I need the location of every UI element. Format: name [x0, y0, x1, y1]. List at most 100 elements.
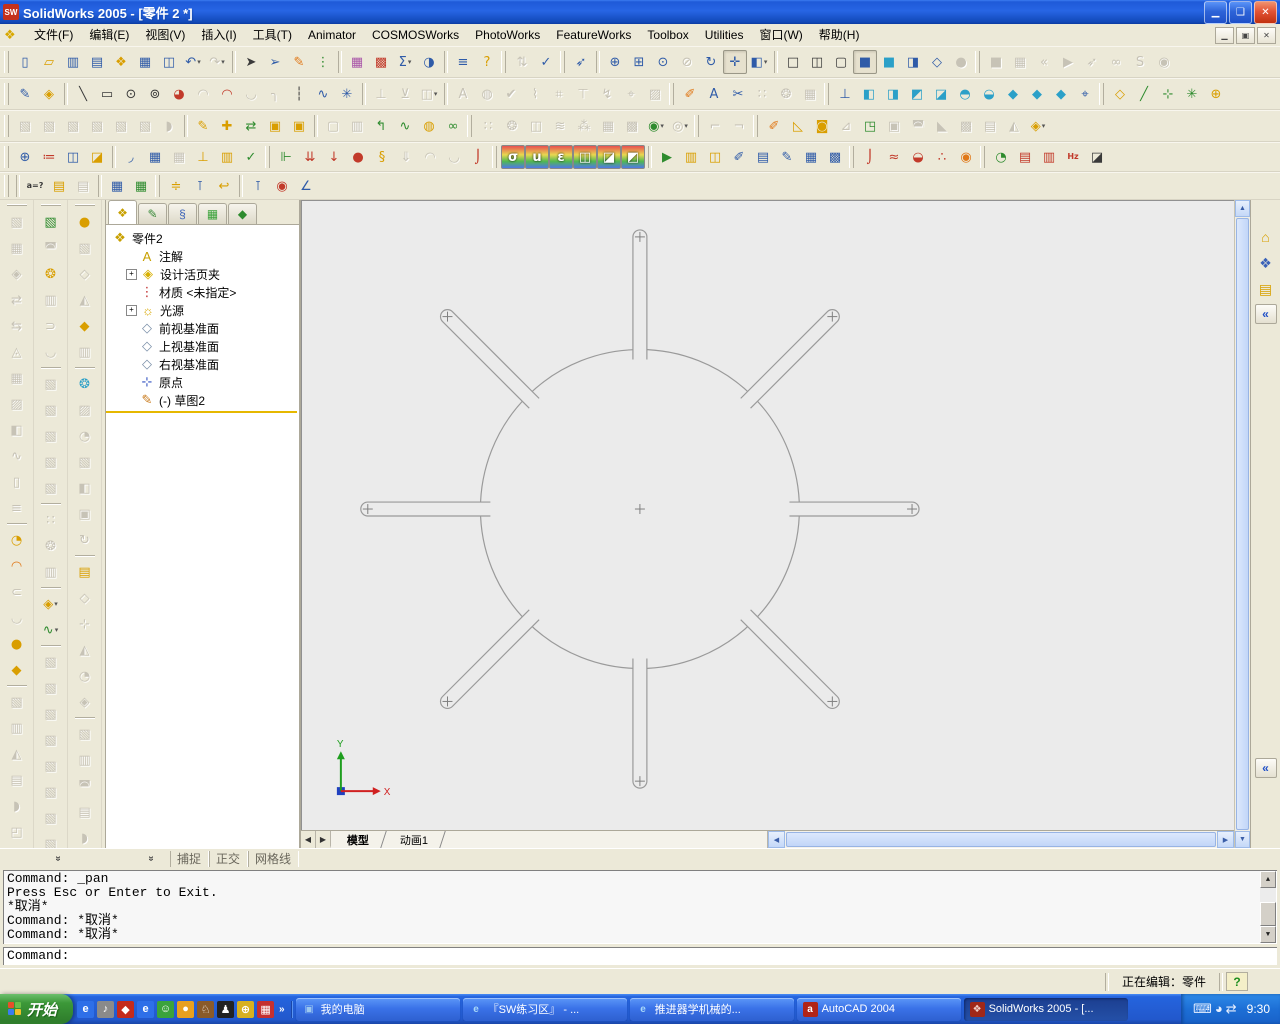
hidden-lines-visible-icon[interactable]: ◫ [805, 50, 829, 74]
horizontal-scroll-thumb[interactable] [786, 832, 1216, 847]
quick-launch-overflow-icon[interactable]: » [277, 1004, 287, 1015]
right-view-icon[interactable]: ◪ [929, 82, 953, 106]
menu-item-8[interactable]: PhotoWorks [467, 24, 548, 46]
file-explorer-icon[interactable]: ▤ [1255, 278, 1277, 300]
task-button-solidworks[interactable]: ❖ SolidWorks 2005 - [... [963, 997, 1128, 1021]
horizontal-scrollbar[interactable]: ◀ ▶ [767, 831, 1234, 848]
design-table-icon[interactable]: ▦ [105, 174, 129, 198]
insert-mold-folder-icon[interactable]: ◈ ▾ [1026, 114, 1050, 138]
paste-entities-icon[interactable]: ▣ [287, 114, 311, 138]
qq-icon[interactable]: ♟ [217, 1000, 235, 1018]
toolbar-overflow-chevron-icon-2[interactable]: » [144, 851, 159, 867]
results-list-icon[interactable]: ▥ [679, 145, 703, 169]
tree-item[interactable]: ◇ 右视基准面 [126, 355, 297, 373]
deformed-shape-plot-icon[interactable]: ◫ [573, 145, 597, 169]
measure-icon[interactable]: Σ ▾ [393, 50, 417, 74]
gravity-load-icon[interactable]: ● [346, 145, 370, 169]
dimetric-view-icon[interactable]: ◆ [1049, 82, 1073, 106]
coordinate-system-icon[interactable]: ⊹ [1156, 82, 1180, 106]
gold-badge-icon[interactable]: ◆ [73, 314, 97, 338]
start-button[interactable]: 开始 [0, 994, 74, 1024]
tab-scroll-right-icon[interactable]: ▶ [316, 831, 331, 848]
viewport-tab-1[interactable]: 模型 [330, 831, 387, 848]
centerline-icon[interactable]: ┆ [287, 82, 311, 106]
toolbar-overflow-chevron-icon[interactable]: » [51, 851, 66, 867]
parting-lines-icon[interactable]: ◺ [786, 114, 810, 138]
zoom-to-fit-icon[interactable]: ⊕ [603, 50, 627, 74]
3d-sketch-icon[interactable]: ✐ [678, 82, 702, 106]
base-flange-icon[interactable]: ● [5, 632, 29, 656]
task-pane-collapse-button[interactable]: « [1254, 304, 1277, 324]
apply-material-icon[interactable]: ◪ [85, 145, 109, 169]
menu-item-1[interactable]: 文件(F) [26, 24, 81, 46]
featuremanager-tab[interactable]: ❖ [108, 200, 137, 224]
excel-design-table-icon[interactable]: ▦ [129, 174, 153, 198]
help-icon[interactable]: ? [475, 50, 499, 74]
line-icon[interactable]: ╲ [71, 82, 95, 106]
three-point-arc-icon[interactable]: ◠ [215, 82, 239, 106]
solidworks-qlaunch-icon[interactable]: ◆ [117, 1000, 135, 1018]
configurationmanager-tab[interactable]: § [168, 203, 197, 224]
thermal-plot-icon[interactable]: ◪ [597, 145, 621, 169]
design-calculator-icon[interactable]: ▤ [47, 174, 71, 198]
view-orientation-icon[interactable]: ⌖ [1073, 82, 1097, 106]
sketch-icon[interactable]: ✎ [13, 82, 37, 106]
stress-plot-icon[interactable]: σ [501, 145, 525, 169]
mass-properties-icon[interactable]: ◑ [417, 50, 441, 74]
dropdown-arrow-icon[interactable]: ▾ [408, 58, 412, 66]
tree-item[interactable]: + ◈ 设计活页夹 [126, 265, 297, 283]
displacement-plot-icon[interactable]: u [525, 145, 549, 169]
steering-wheel-icon[interactable]: ❂ [39, 262, 63, 286]
task-button-internet-explorer[interactable]: e 『SW练习区』 - ... [462, 997, 627, 1021]
open-document-icon[interactable]: ▱ [37, 50, 61, 74]
helix-icon[interactable]: ∞ [441, 114, 465, 138]
menu-item-13[interactable]: 帮助(H) [811, 24, 868, 46]
open-folder-highlight-icon[interactable]: ▤ [73, 560, 97, 584]
tree-item[interactable]: ⊹ 原点 [126, 373, 297, 391]
print-icon[interactable]: ▦ [133, 50, 157, 74]
strain-plot-icon[interactable]: ε [549, 145, 573, 169]
top-view-icon[interactable]: ◓ [953, 82, 977, 106]
new-document-icon[interactable]: ▯ [13, 50, 37, 74]
tree-item[interactable]: ◇ 上视基准面 [126, 337, 297, 355]
insert-sketch-icon[interactable]: ✚ [215, 114, 239, 138]
hidden-lines-removed-icon[interactable]: ▢ [829, 50, 853, 74]
minimize-button[interactable]: ▁ [1204, 0, 1227, 24]
circle-icon[interactable]: ⊙ [119, 82, 143, 106]
browser-icon[interactable]: e [137, 1000, 155, 1018]
probe-results-icon[interactable]: ✐ [727, 145, 751, 169]
bottom-view-icon[interactable]: ◒ [977, 82, 1001, 106]
analysis-advisor-icon[interactable]: ✓ [239, 145, 263, 169]
task-button-autocad[interactable]: a AutoCAD 2004 [796, 997, 961, 1021]
vertical-scroll-thumb[interactable] [1236, 218, 1249, 830]
tree-item[interactable]: A 注解 [126, 247, 297, 265]
cosmosworks-tab[interactable]: ◆ [228, 203, 257, 224]
mdi-close-icon[interactable]: ✕ [1257, 26, 1276, 44]
convection-icon[interactable]: ≈ [882, 145, 906, 169]
scroll-down-icon[interactable]: ▼ [1235, 831, 1250, 848]
back-view-icon[interactable]: ◨ [881, 82, 905, 106]
zoom-to-area-icon[interactable]: ⊞ [627, 50, 651, 74]
pet-icon[interactable]: ♘ [197, 1000, 215, 1018]
menu-item-12[interactable]: 窗口(W) [751, 24, 810, 46]
equations-icon[interactable]: a=? [23, 174, 47, 198]
grid-app-icon[interactable]: ▦ [257, 1000, 275, 1018]
dropdown-arrow-icon[interactable]: ▾ [1042, 122, 1046, 130]
tree-item[interactable]: ◇ 前视基准面 [126, 319, 297, 337]
define-plot-icon[interactable]: ◫ [703, 145, 727, 169]
wrap-icon[interactable]: ◍ [417, 114, 441, 138]
command-history[interactable]: Command: _pan Press Esc or Enter to Exit.… [3, 870, 1277, 944]
rectangle-icon[interactable]: ▭ [95, 82, 119, 106]
color-swatch-icon[interactable]: ▦ [345, 50, 369, 74]
zoom-in-out-icon[interactable]: ⊙ [651, 50, 675, 74]
spline-icon[interactable]: ∿ [311, 82, 335, 106]
pan-icon[interactable]: ✛ [723, 50, 747, 74]
command-scroll-thumb[interactable] [1260, 902, 1276, 926]
options-icon[interactable]: ✓ [534, 50, 558, 74]
dropdown-arrow-icon[interactable]: ▾ [660, 122, 664, 130]
toggle-3[interactable]: 网格线 [248, 851, 300, 867]
perspective-icon[interactable]: ◇ [925, 50, 949, 74]
ref-geometry-star-icon[interactable]: ◈ ▾ [39, 592, 63, 616]
task-pane-collapse-button-2[interactable]: « [1254, 758, 1277, 778]
quick-tips-help-button[interactable]: ? [1226, 972, 1248, 991]
